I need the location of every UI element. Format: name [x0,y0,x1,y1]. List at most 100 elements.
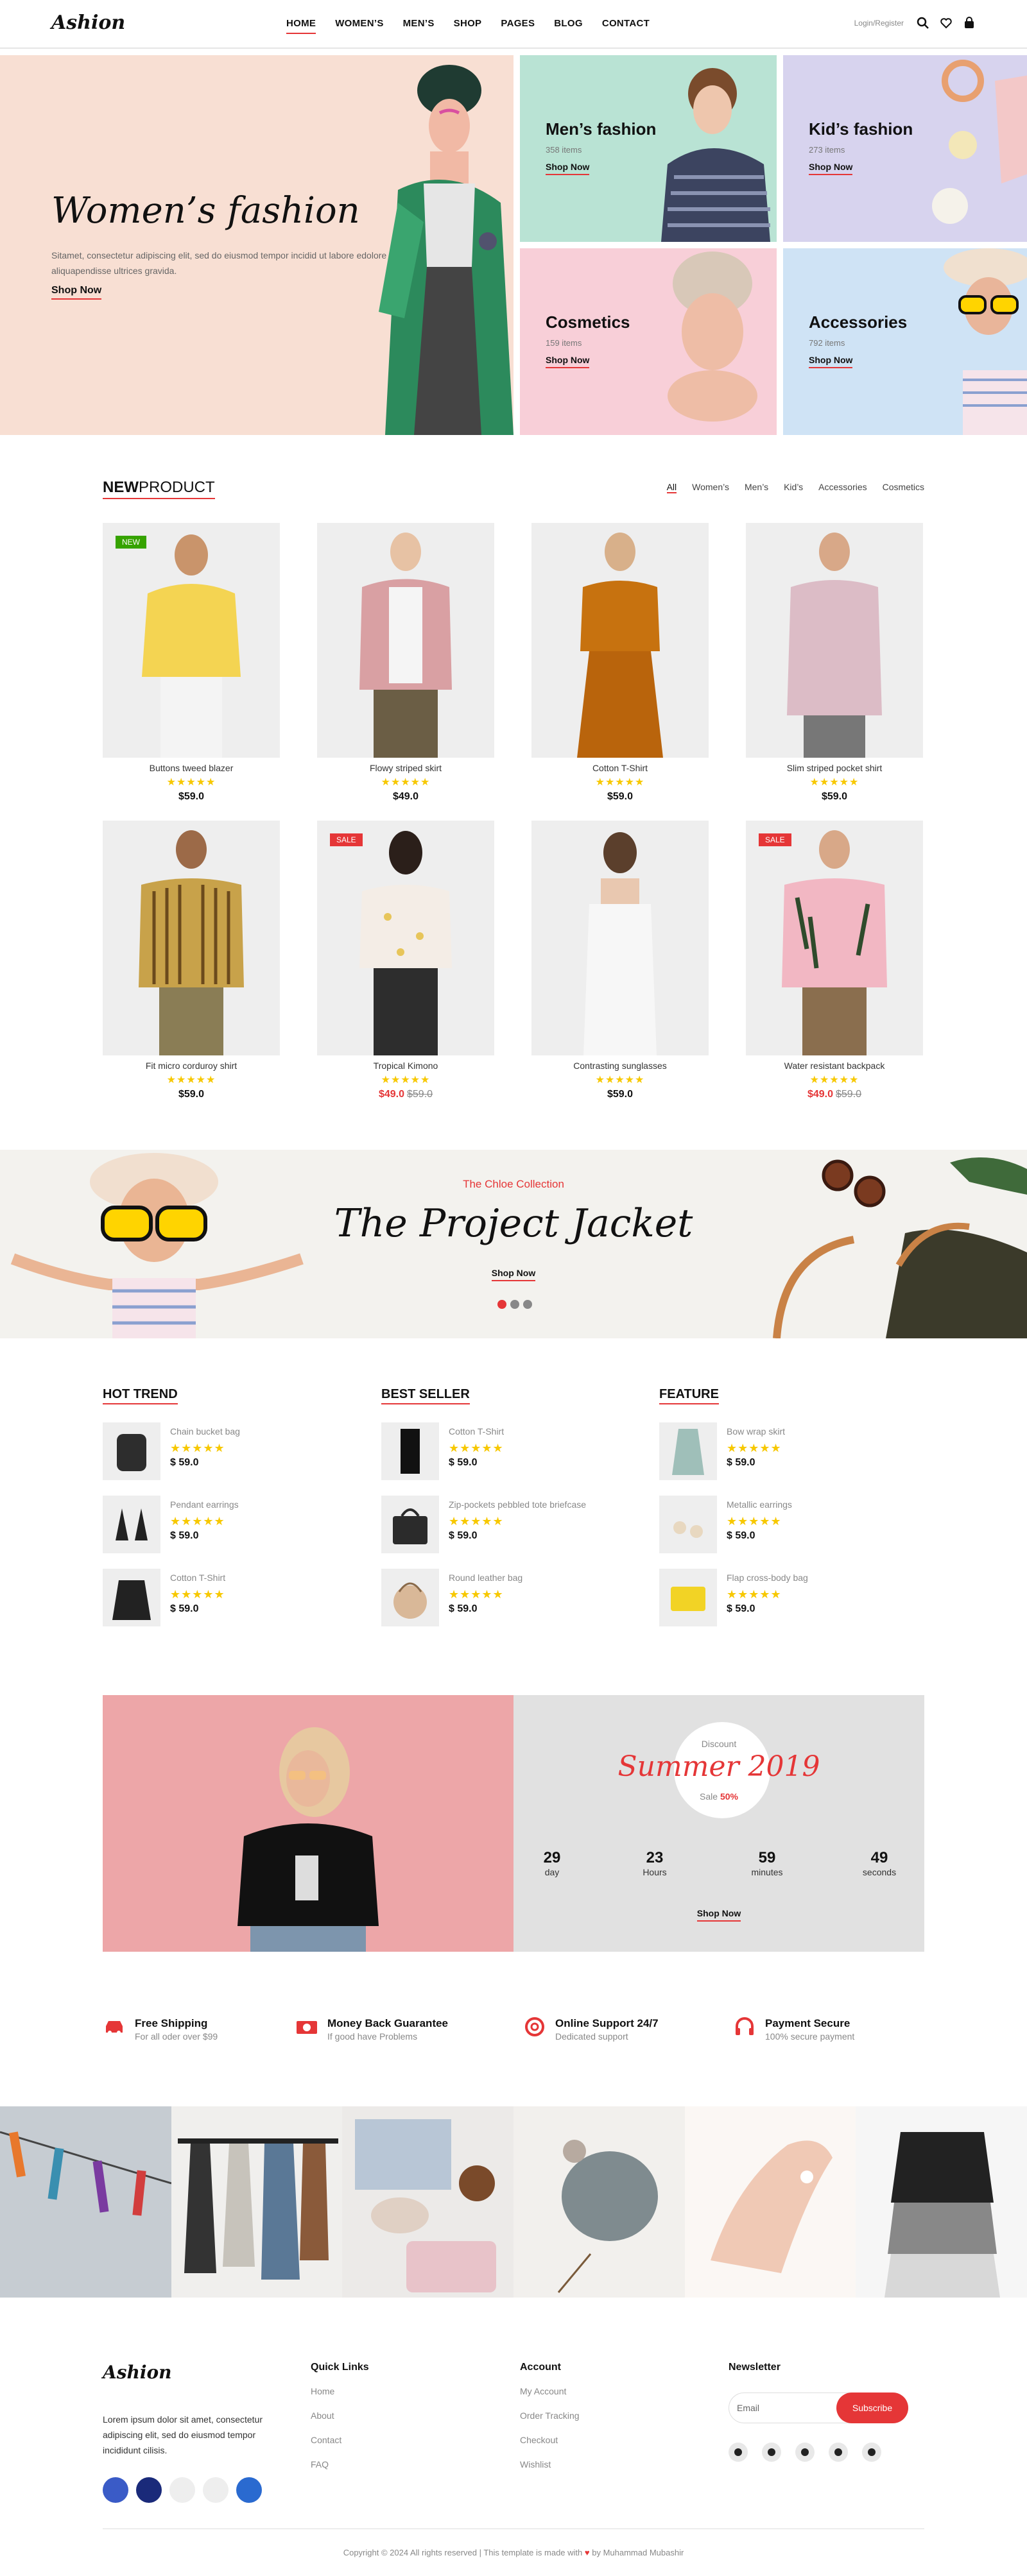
product-card[interactable]: SALE Tropical Kimono ★★★★★ $49.0 $59.0 [317,821,494,1100]
shop-now-text[interactable]: Shop Now [491,1268,536,1281]
filter-accessories[interactable]: Accessories [818,482,867,493]
list-item[interactable]: Round leather bag ★★★★★ $ 59.0 [381,1569,612,1626]
footer-link-about[interactable]: About [311,2410,369,2421]
footer-link-order-tracking[interactable]: Order Tracking [520,2410,580,2421]
instagram-photo[interactable] [0,2106,171,2298]
product-card[interactable]: SALE Water resistant backpack ★★★★★ $49.… [746,821,923,1100]
tile-shop-now-link[interactable]: Shop Now [809,355,853,368]
instagram-photo[interactable] [684,2106,856,2298]
item-name[interactable]: Pendant earrings [170,1499,239,1510]
item-name[interactable]: Zip-pockets pebbled tote briefcase [449,1499,586,1510]
pinterest-icon[interactable] [862,2443,881,2462]
tile-shop-now-link[interactable]: Shop Now [809,162,853,175]
item-thumbnail[interactable] [659,1569,717,1626]
item-thumbnail[interactable] [103,1496,160,1553]
nav-home[interactable]: HOME [286,18,316,34]
product-card[interactable]: Fit micro corduroy shirt ★★★★★ $59.0 [103,821,280,1100]
item-thumbnail[interactable] [381,1422,439,1480]
item-thumbnail[interactable] [381,1569,439,1626]
instagram-icon[interactable] [829,2443,848,2462]
shopping-bag-icon[interactable] [963,17,976,30]
product-name[interactable]: Buttons tweed blazer [103,763,280,773]
twitter-icon[interactable] [762,2443,781,2462]
instagram-photo[interactable] [514,2106,685,2298]
item-name[interactable]: Chain bucket bag [170,1426,240,1437]
footer-logo[interactable]: Ashion [103,2362,172,2383]
youtube-icon[interactable] [795,2443,815,2462]
nav-mens[interactable]: MEN’S [403,18,435,34]
list-item[interactable]: Chain bucket bag ★★★★★ $ 59.0 [103,1422,334,1480]
filter-all[interactable]: All [666,482,677,493]
product-name[interactable]: Tropical Kimono [317,1061,494,1071]
item-name[interactable]: Cotton T-Shirt [170,1573,225,1583]
list-item[interactable]: Cotton T-Shirt ★★★★★ $ 59.0 [103,1569,334,1626]
product-card[interactable]: Contrasting sunglasses ★★★★★ $59.0 [531,821,709,1100]
product-image[interactable]: SALE [746,821,923,1055]
product-image[interactable]: NEW [103,523,280,758]
heart-icon[interactable] [940,17,953,30]
email-input[interactable]: Email [737,2403,759,2413]
product-image[interactable] [531,523,709,758]
list-item[interactable]: Zip-pockets pebbled tote briefcase ★★★★★… [381,1496,612,1553]
subscribe-button[interactable]: Subscribe [836,2393,908,2423]
item-name[interactable]: Bow wrap skirt [727,1426,785,1437]
product-card[interactable]: Slim striped pocket shirt ★★★★★ $59.0 [746,523,923,803]
list-item[interactable]: Flap cross-body bag ★★★★★ $ 59.0 [659,1569,890,1626]
filter-mens[interactable]: Men’s [745,482,768,493]
search-icon[interactable] [917,17,929,30]
item-name[interactable]: Round leather bag [449,1573,522,1583]
product-image[interactable] [103,821,280,1055]
item-name[interactable]: Metallic earrings [727,1499,792,1510]
item-thumbnail[interactable] [659,1496,717,1553]
product-card[interactable]: Cotton T-Shirt ★★★★★ $59.0 [531,523,709,803]
filter-womens[interactable]: Women’s [692,482,729,493]
footer-link-contact[interactable]: Contact [311,2435,369,2445]
product-name[interactable]: Water resistant backpack [746,1061,923,1071]
tile-shop-now-link[interactable]: Shop Now [546,162,590,175]
list-item[interactable]: Cotton T-Shirt ★★★★★ $ 59.0 [381,1422,612,1480]
nav-womens[interactable]: WOMEN’S [335,18,383,34]
filter-cosmetics[interactable]: Cosmetics [883,482,924,493]
footer-link-home[interactable]: Home [311,2386,369,2396]
product-card[interactable]: Flowy striped skirt ★★★★★ $49.0 [317,523,494,803]
site-logo[interactable]: Ashion [51,12,125,34]
nav-pages[interactable]: PAGES [501,18,535,34]
item-name[interactable]: Cotton T-Shirt [449,1426,504,1437]
product-card[interactable]: NEW Buttons tweed blazer ★★★★★ $59.0 [103,523,280,803]
discount-shop-now-link[interactable]: Shop Now [696,1908,741,1922]
item-thumbnail[interactable] [659,1422,717,1480]
footer-link-checkout[interactable]: Checkout [520,2435,580,2445]
nav-shop[interactable]: SHOP [454,18,482,34]
filter-kids[interactable]: Kid’s [784,482,803,493]
product-name[interactable]: Cotton T-Shirt [531,763,709,773]
instagram-photo[interactable] [856,2106,1027,2298]
list-item[interactable]: Pendant earrings ★★★★★ $ 59.0 [103,1496,334,1553]
carousel-dot[interactable] [497,1300,506,1309]
tile-shop-now-link[interactable]: Shop Now [546,355,590,368]
facebook-icon[interactable] [729,2443,748,2462]
product-name[interactable]: Contrasting sunglasses [531,1061,709,1071]
list-item[interactable]: Bow wrap skirt ★★★★★ $ 59.0 [659,1422,890,1480]
carousel-dot[interactable] [523,1300,532,1309]
product-image[interactable] [746,523,923,758]
footer-link-wishlist[interactable]: Wishlist [520,2459,580,2469]
product-image[interactable] [317,523,494,758]
item-thumbnail[interactable] [103,1569,160,1626]
instagram-photo[interactable] [342,2106,514,2298]
carousel-dot[interactable] [510,1300,519,1309]
product-name[interactable]: Flowy striped skirt [317,763,494,773]
list-item[interactable]: Metallic earrings ★★★★★ $ 59.0 [659,1496,890,1553]
item-name[interactable]: Flap cross-body bag [727,1573,808,1583]
item-thumbnail[interactable] [103,1422,160,1480]
product-name[interactable]: Fit micro corduroy shirt [103,1061,280,1071]
product-name[interactable]: Slim striped pocket shirt [746,763,923,773]
hero-shop-now-link[interactable]: Shop Now [51,285,102,300]
instagram-photo[interactable] [171,2106,343,2298]
footer-link-faq[interactable]: FAQ [311,2459,369,2469]
footer-link-my-account[interactable]: My Account [520,2386,580,2396]
product-image[interactable]: SALE [317,821,494,1055]
product-image[interactable] [531,821,709,1055]
nav-contact[interactable]: CONTACT [602,18,650,34]
login-register-link[interactable]: Login/Register [854,19,904,28]
nav-blog[interactable]: BLOG [554,18,583,34]
